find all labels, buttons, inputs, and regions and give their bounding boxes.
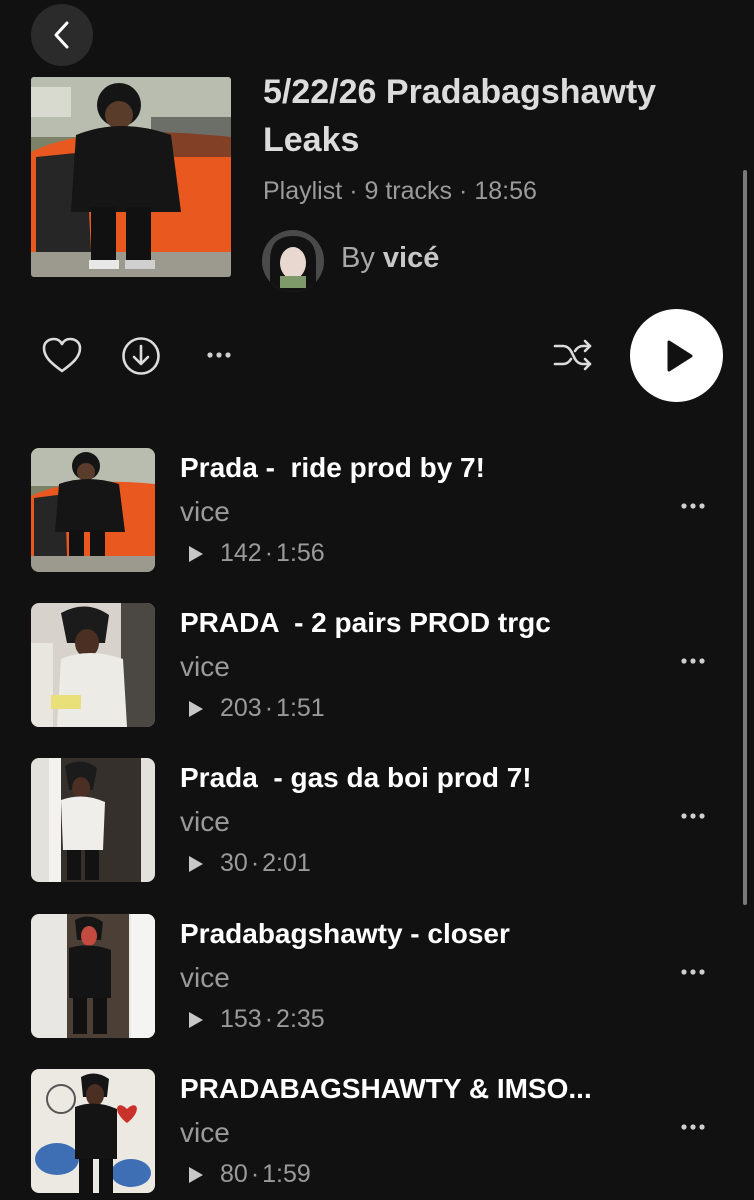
track-artwork (31, 603, 155, 727)
download-icon (121, 336, 160, 375)
more-horizontal-icon (681, 1124, 705, 1130)
track-duration: 1:59 (262, 1160, 311, 1188)
play-button[interactable] (630, 309, 723, 402)
track-stats: 80 · 1:59 (186, 1160, 311, 1189)
track-duration: 2:01 (262, 849, 311, 877)
track-row[interactable]: Pradabagshawty - closer vice 153 · 2:35 (0, 914, 754, 1038)
track-artwork (31, 914, 155, 1038)
play-count-icon (189, 1166, 203, 1183)
track-artist: vice (180, 1117, 230, 1148)
track-title: PRADA - 2 pairs PROD trgc (180, 607, 551, 638)
track-duration: 1:56 (276, 539, 325, 567)
track-artwork (31, 758, 155, 882)
track-artwork (31, 448, 155, 572)
play-icon (667, 340, 692, 371)
playlist-duration: 18:56 (474, 177, 537, 205)
track-play-count: 203 (220, 694, 262, 722)
back-button[interactable] (31, 4, 93, 66)
track-artwork (31, 1069, 155, 1193)
scrollbar[interactable] (743, 170, 747, 905)
track-row[interactable]: Prada - ride prod by 7! vice 142 · 1:56 (0, 448, 754, 572)
more-horizontal-icon (207, 352, 231, 358)
owner-name: vicé (382, 242, 440, 274)
more-horizontal-icon (681, 658, 705, 664)
track-count: 9 tracks (364, 177, 453, 205)
play-count-icon (189, 1011, 203, 1028)
track-more-button[interactable] (676, 806, 710, 826)
more-horizontal-icon (681, 969, 705, 975)
playlist-type: Playlist (263, 177, 343, 205)
download-button[interactable] (120, 335, 161, 376)
track-artist: vice (180, 962, 230, 993)
track-artist: vice (180, 496, 230, 527)
like-button[interactable] (40, 334, 84, 376)
play-count-icon (189, 700, 203, 717)
track-play-count: 30 (220, 849, 248, 877)
track-stats: 203 · 1:51 (186, 694, 325, 723)
track-title: Prada - ride prod by 7! (180, 452, 485, 483)
track-more-button[interactable] (676, 962, 710, 982)
play-count-icon (189, 545, 203, 562)
playlist-more-button[interactable] (202, 345, 236, 365)
track-more-button[interactable] (676, 496, 710, 516)
playlist-cover (31, 77, 231, 277)
track-row[interactable]: PRADA - 2 pairs PROD trgc vice 203 · 1:51 (0, 603, 754, 727)
track-row[interactable]: Prada - gas da boi prod 7! vice 30 · 2:01 (0, 758, 754, 882)
heart-icon (42, 337, 82, 373)
more-horizontal-icon (681, 813, 705, 819)
track-artist: vice (180, 651, 230, 682)
track-row[interactable]: PRADABAGSHAWTY & IMSO... vice 80 · 1:59 (0, 1069, 754, 1193)
track-artist: vice (180, 806, 230, 837)
track-duration: 2:35 (276, 1005, 325, 1033)
playlist-meta: Playlist · 9 tracks · 18:56 (263, 177, 537, 205)
track-play-count: 142 (220, 539, 262, 567)
track-more-button[interactable] (676, 651, 710, 671)
track-more-button[interactable] (676, 1117, 710, 1137)
play-count-icon (189, 855, 203, 872)
track-title: Pradabagshawty - closer (180, 918, 510, 949)
owner-avatar[interactable] (262, 230, 324, 292)
track-stats: 30 · 2:01 (186, 849, 311, 878)
track-stats: 142 · 1:56 (186, 539, 325, 568)
track-duration: 1:51 (276, 694, 325, 722)
track-play-count: 153 (220, 1005, 262, 1033)
shuffle-icon (553, 339, 592, 371)
track-title: Prada - gas da boi prod 7! (180, 762, 532, 793)
track-stats: 153 · 2:35 (186, 1005, 325, 1034)
playlist-owner[interactable]: By vicé (341, 242, 439, 275)
shuffle-button[interactable] (551, 338, 595, 372)
track-title: PRADABAGSHAWTY & IMSO... (180, 1073, 592, 1104)
track-play-count: 80 (220, 1160, 248, 1188)
chevron-left-icon (54, 21, 69, 49)
owner-prefix: By (341, 242, 375, 274)
more-horizontal-icon (681, 503, 705, 509)
playlist-title: 5/22/26 Pradabagshawty Leaks (263, 73, 657, 159)
